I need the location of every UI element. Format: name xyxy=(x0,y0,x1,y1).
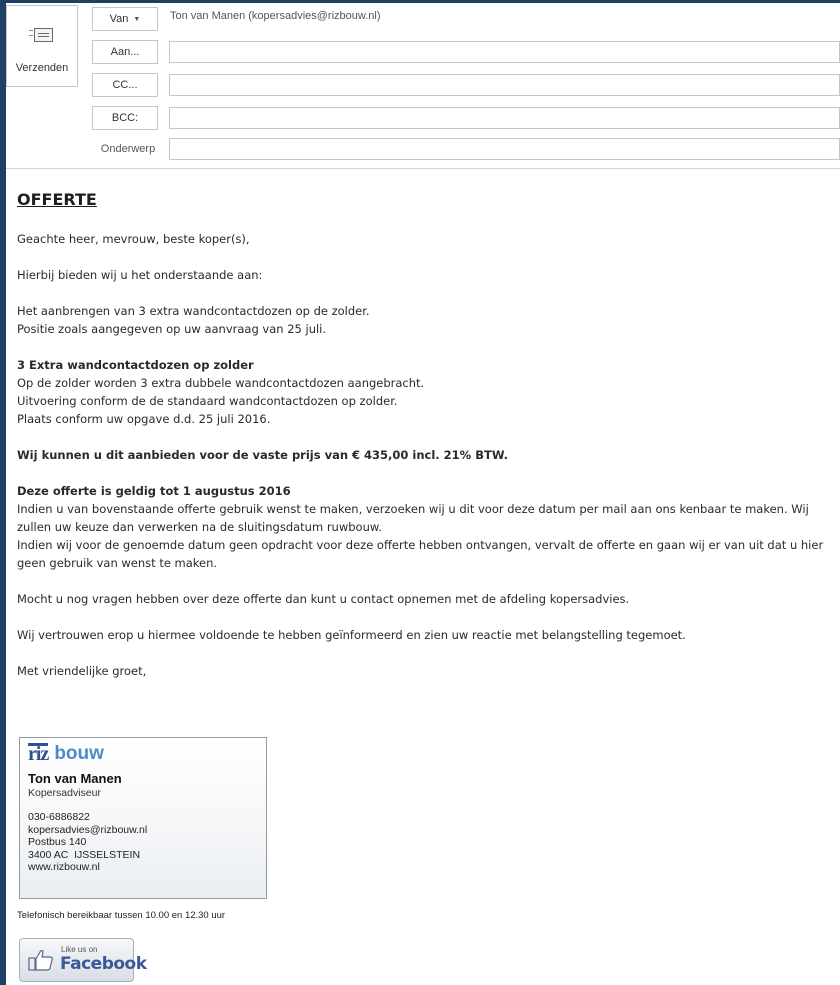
message-body[interactable]: OFFERTE Geachte heer, mevrouw, beste kop… xyxy=(17,190,840,680)
signature-phone: 030-6886822 xyxy=(28,811,90,823)
from-button[interactable]: Van ▼ xyxy=(92,7,158,31)
cc-field[interactable] xyxy=(169,74,840,96)
thumbs-up-icon xyxy=(28,949,53,971)
offer-line-1: Het aanbrengen van 3 extra wandcontactdo… xyxy=(17,304,370,318)
subject-field[interactable] xyxy=(169,138,840,160)
facebook-like-label: Like us on xyxy=(61,945,98,954)
section-line-3: Plaats conform uw opgave d.d. 25 juli 20… xyxy=(17,412,271,426)
send-lines-icon xyxy=(29,30,33,36)
to-field[interactable] xyxy=(169,41,840,63)
section-line-1: Op de zolder worden 3 extra dubbele wand… xyxy=(17,376,425,390)
from-label: Van xyxy=(109,13,129,25)
bcc-button[interactable]: BCC: xyxy=(92,106,158,130)
closing-text: Met vriendelijke groet, xyxy=(17,664,147,678)
compose-header: Verzenden Van ▼ Ton van Manen (kopersadvi… xyxy=(6,3,840,169)
facebook-like-button[interactable]: Like us on Facebook xyxy=(19,938,147,982)
cc-button[interactable]: CC... xyxy=(92,73,158,97)
chevron-down-icon: ▼ xyxy=(133,16,141,23)
phone-availability-note: Telefonisch bereikbaar tussen 10.00 en 1… xyxy=(17,910,226,921)
signature-postbus: Postbus 140 xyxy=(28,836,87,848)
offer-line-2: Positie zoals aangegeven op uw aanvraag … xyxy=(17,322,327,336)
to-button[interactable]: Aan... xyxy=(92,40,158,64)
validity-line-1: Indien u van bovenstaande offerte gebrui… xyxy=(17,502,809,516)
section-heading: 3 Extra wandcontactdozen op zolder xyxy=(17,358,254,372)
envelope-icon xyxy=(34,28,53,42)
signature-name: Ton van Manen xyxy=(28,771,122,786)
questions-text: Mocht u nog vragen hebben over deze offe… xyxy=(17,592,630,606)
bcc-field[interactable] xyxy=(169,107,840,129)
section-line-2: Uitvoering conform de de standaard wandc… xyxy=(17,394,398,408)
intro-text: Hierbij bieden wij u het onderstaande aa… xyxy=(17,268,263,282)
offer-title: OFFERTE xyxy=(17,190,97,209)
logo-bouw: bouw xyxy=(54,743,104,764)
validity-heading: Deze offerte is geldig tot 1 augustus 20… xyxy=(17,484,291,498)
logo-riz: riz xyxy=(28,743,49,765)
signature-contact: 030-6886822 kopersadvies@rizbouw.nl Post… xyxy=(28,811,258,874)
validity-line-3: Indien wij voor de genoemde datum geen o… xyxy=(17,538,824,552)
trust-text: Wij vertrouwen erop u hiermee voldoende … xyxy=(17,628,686,642)
send-label: Verzenden xyxy=(15,62,69,74)
rizbouw-logo: riz bouw xyxy=(28,743,258,765)
send-button[interactable]: Verzenden xyxy=(6,5,78,87)
facebook-brand: Facebook xyxy=(60,954,147,974)
greeting: Geachte heer, mevrouw, beste koper(s), xyxy=(17,232,250,246)
price-line: Wij kunnen u dit aanbieden voor de vaste… xyxy=(17,448,508,462)
signature-email[interactable]: kopersadvies@rizbouw.nl xyxy=(28,824,258,837)
signature-role: Kopersadviseur xyxy=(28,787,101,799)
validity-line-2: zullen uw keuze dan verwerken na de slui… xyxy=(17,520,382,534)
validity-line-4: geen gebruik van wenst te maken. xyxy=(17,556,218,570)
signature-city: 3400 AC IJSSELSTEIN xyxy=(28,848,141,861)
signature-website[interactable]: www.rizbouw.nl xyxy=(28,861,258,874)
signature-card: riz bouw Ton van Manen Kopersadviseur 03… xyxy=(19,737,267,899)
subject-label: Onderwerp xyxy=(100,143,156,155)
from-value: Ton van Manen (kopersadvies@rizbouw.nl) xyxy=(170,10,381,22)
